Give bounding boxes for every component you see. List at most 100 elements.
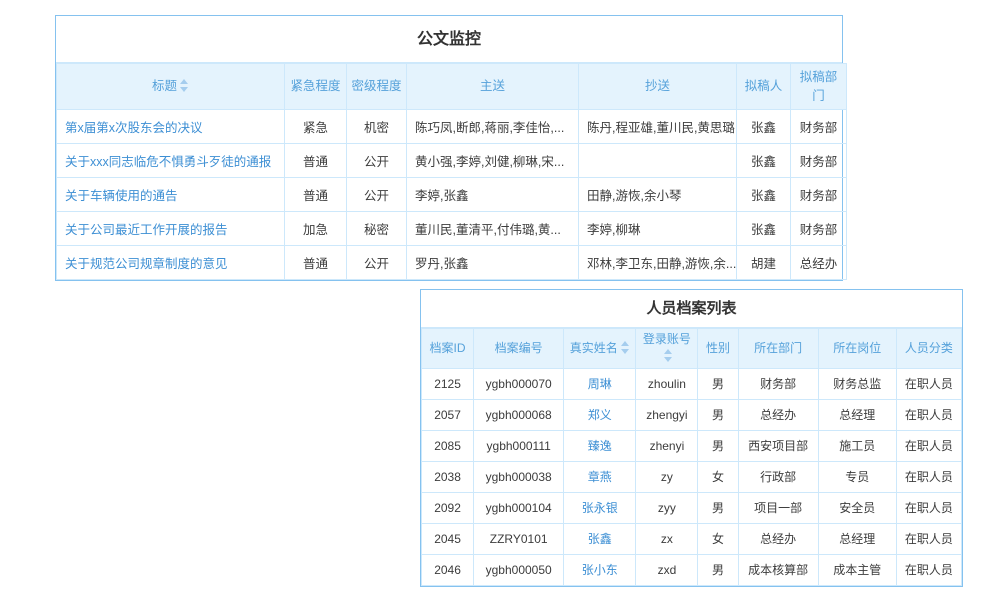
cell-gender: 男 xyxy=(698,368,738,399)
cell-archive-id: 2045 xyxy=(422,523,474,554)
cell-login-account: zxd xyxy=(636,554,698,585)
cell-real-name: 章燕 xyxy=(564,461,636,492)
person-name-link[interactable]: 张永银 xyxy=(582,501,618,515)
cell-title: 关于车辆使用的通告 xyxy=(57,178,285,212)
column-header-archive-id: 档案ID xyxy=(422,329,474,369)
person-name-link[interactable]: 周琳 xyxy=(588,377,612,391)
cell-category: 在职人员 xyxy=(896,523,961,554)
cell-draft-dept: 财务部 xyxy=(791,144,847,178)
doc-title-link[interactable]: 关于公司最近工作开展的报告 xyxy=(65,223,228,237)
cell-category: 在职人员 xyxy=(896,461,961,492)
cell-category: 在职人员 xyxy=(896,430,961,461)
personnel-archive-panel: 人员档案列表 档案ID 档案编号 真实姓名 登录账号 性别 所在部门 所在岗位 … xyxy=(420,289,963,587)
sort-icon[interactable] xyxy=(664,349,673,362)
cell-gender: 女 xyxy=(698,523,738,554)
cell-drafter: 胡建 xyxy=(737,246,791,280)
cell-position: 成本主管 xyxy=(818,554,896,585)
doc-title-link[interactable]: 关于xxx同志临危不惧勇斗歹徒的通报 xyxy=(65,155,271,169)
cell-login-account: zx xyxy=(636,523,698,554)
cell-category: 在职人员 xyxy=(896,492,961,523)
column-header-real-name-label: 真实姓名 xyxy=(570,341,618,355)
column-header-category: 人员分类 xyxy=(896,329,961,369)
cell-copy-send xyxy=(579,144,737,178)
cell-draft-dept: 财务部 xyxy=(791,212,847,246)
column-header-urgency: 紧急程度 xyxy=(285,64,347,110)
header-row: 标题 紧急程度 密级程度 主送 抄送 拟稿人 拟稿部门 xyxy=(57,64,847,110)
column-header-title-label: 标题 xyxy=(152,79,177,93)
cell-department: 项目一部 xyxy=(738,492,818,523)
person-name-link[interactable]: 臻逸 xyxy=(588,439,612,453)
cell-category: 在职人员 xyxy=(896,554,961,585)
column-header-login-account[interactable]: 登录账号 xyxy=(636,329,698,369)
doc-row: 第x届第x次股东会的决议 紧急 机密 陈巧凤,断郎,蒋丽,李佳怡,... 陈丹,… xyxy=(57,110,847,144)
cell-archive-id: 2092 xyxy=(422,492,474,523)
cell-real-name: 张小东 xyxy=(564,554,636,585)
doc-row: 关于车辆使用的通告 普通 公开 李婷,张鑫 田静,游恢,余小琴 张鑫 财务部 xyxy=(57,178,847,212)
cell-department: 财务部 xyxy=(738,368,818,399)
cell-gender: 男 xyxy=(698,554,738,585)
cell-urgency: 普通 xyxy=(285,144,347,178)
cell-urgency: 加急 xyxy=(285,212,347,246)
column-header-login-account-label: 登录账号 xyxy=(643,332,691,346)
cell-draft-dept: 总经办 xyxy=(791,246,847,280)
person-row: 2085 ygbh000111 臻逸 zhenyi 男 西安项目部 施工员 在职… xyxy=(422,430,962,461)
cell-title: 第x届第x次股东会的决议 xyxy=(57,110,285,144)
cell-main-send: 罗丹,张鑫 xyxy=(407,246,579,280)
document-monitor-title: 公文监控 xyxy=(56,16,842,63)
doc-title-link[interactable]: 关于规范公司规章制度的意见 xyxy=(65,257,228,271)
column-header-secrecy: 密级程度 xyxy=(347,64,407,110)
sort-icon[interactable] xyxy=(180,79,189,92)
cell-main-send: 陈巧凤,断郎,蒋丽,李佳怡,... xyxy=(407,110,579,144)
cell-drafter: 张鑫 xyxy=(737,212,791,246)
personnel-archive-title: 人员档案列表 xyxy=(421,290,962,328)
person-name-link[interactable]: 章燕 xyxy=(588,470,612,484)
column-header-position: 所在岗位 xyxy=(818,329,896,369)
column-header-real-name[interactable]: 真实姓名 xyxy=(564,329,636,369)
doc-title-link[interactable]: 第x届第x次股东会的决议 xyxy=(65,121,203,135)
person-name-link[interactable]: 张小东 xyxy=(582,563,618,577)
cell-title: 关于xxx同志临危不惧勇斗歹徒的通报 xyxy=(57,144,285,178)
cell-gender: 男 xyxy=(698,430,738,461)
column-header-department: 所在部门 xyxy=(738,329,818,369)
cell-secrecy: 机密 xyxy=(347,110,407,144)
cell-archive-no: ygbh000068 xyxy=(474,399,564,430)
cell-real-name: 臻逸 xyxy=(564,430,636,461)
header-row: 档案ID 档案编号 真实姓名 登录账号 性别 所在部门 所在岗位 人员分类 xyxy=(422,329,962,369)
cell-archive-id: 2046 xyxy=(422,554,474,585)
cell-position: 总经理 xyxy=(818,399,896,430)
cell-login-account: zyy xyxy=(636,492,698,523)
cell-position: 安全员 xyxy=(818,492,896,523)
cell-department: 行政部 xyxy=(738,461,818,492)
cell-main-send: 李婷,张鑫 xyxy=(407,178,579,212)
cell-copy-send: 李婷,柳琳 xyxy=(579,212,737,246)
person-name-link[interactable]: 郑义 xyxy=(588,408,612,422)
cell-archive-no: ygbh000070 xyxy=(474,368,564,399)
document-monitor-table: 标题 紧急程度 密级程度 主送 抄送 拟稿人 拟稿部门 第x届第x次股东会的决议… xyxy=(56,63,847,280)
cell-urgency: 普通 xyxy=(285,246,347,280)
column-header-gender: 性别 xyxy=(698,329,738,369)
cell-secrecy: 公开 xyxy=(347,178,407,212)
column-header-copy-send: 抄送 xyxy=(579,64,737,110)
cell-draft-dept: 财务部 xyxy=(791,178,847,212)
cell-login-account: zhengyi xyxy=(636,399,698,430)
cell-drafter: 张鑫 xyxy=(737,178,791,212)
column-header-title[interactable]: 标题 xyxy=(57,64,285,110)
person-row: 2092 ygbh000104 张永银 zyy 男 项目一部 安全员 在职人员 xyxy=(422,492,962,523)
sort-icon[interactable] xyxy=(621,341,630,354)
cell-real-name: 周琳 xyxy=(564,368,636,399)
cell-login-account: zhenyi xyxy=(636,430,698,461)
cell-category: 在职人员 xyxy=(896,399,961,430)
cell-archive-no: ygbh000038 xyxy=(474,461,564,492)
cell-category: 在职人员 xyxy=(896,368,961,399)
cell-drafter: 张鑫 xyxy=(737,144,791,178)
cell-gender: 男 xyxy=(698,399,738,430)
cell-draft-dept: 财务部 xyxy=(791,110,847,144)
cell-main-send: 黄小强,李婷,刘健,柳琳,宋... xyxy=(407,144,579,178)
cell-secrecy: 公开 xyxy=(347,246,407,280)
cell-department: 西安项目部 xyxy=(738,430,818,461)
doc-title-link[interactable]: 关于车辆使用的通告 xyxy=(65,189,178,203)
person-row: 2046 ygbh000050 张小东 zxd 男 成本核算部 成本主管 在职人… xyxy=(422,554,962,585)
person-name-link[interactable]: 张鑫 xyxy=(588,532,612,546)
cell-urgency: 普通 xyxy=(285,178,347,212)
cell-archive-no: ygbh000104 xyxy=(474,492,564,523)
